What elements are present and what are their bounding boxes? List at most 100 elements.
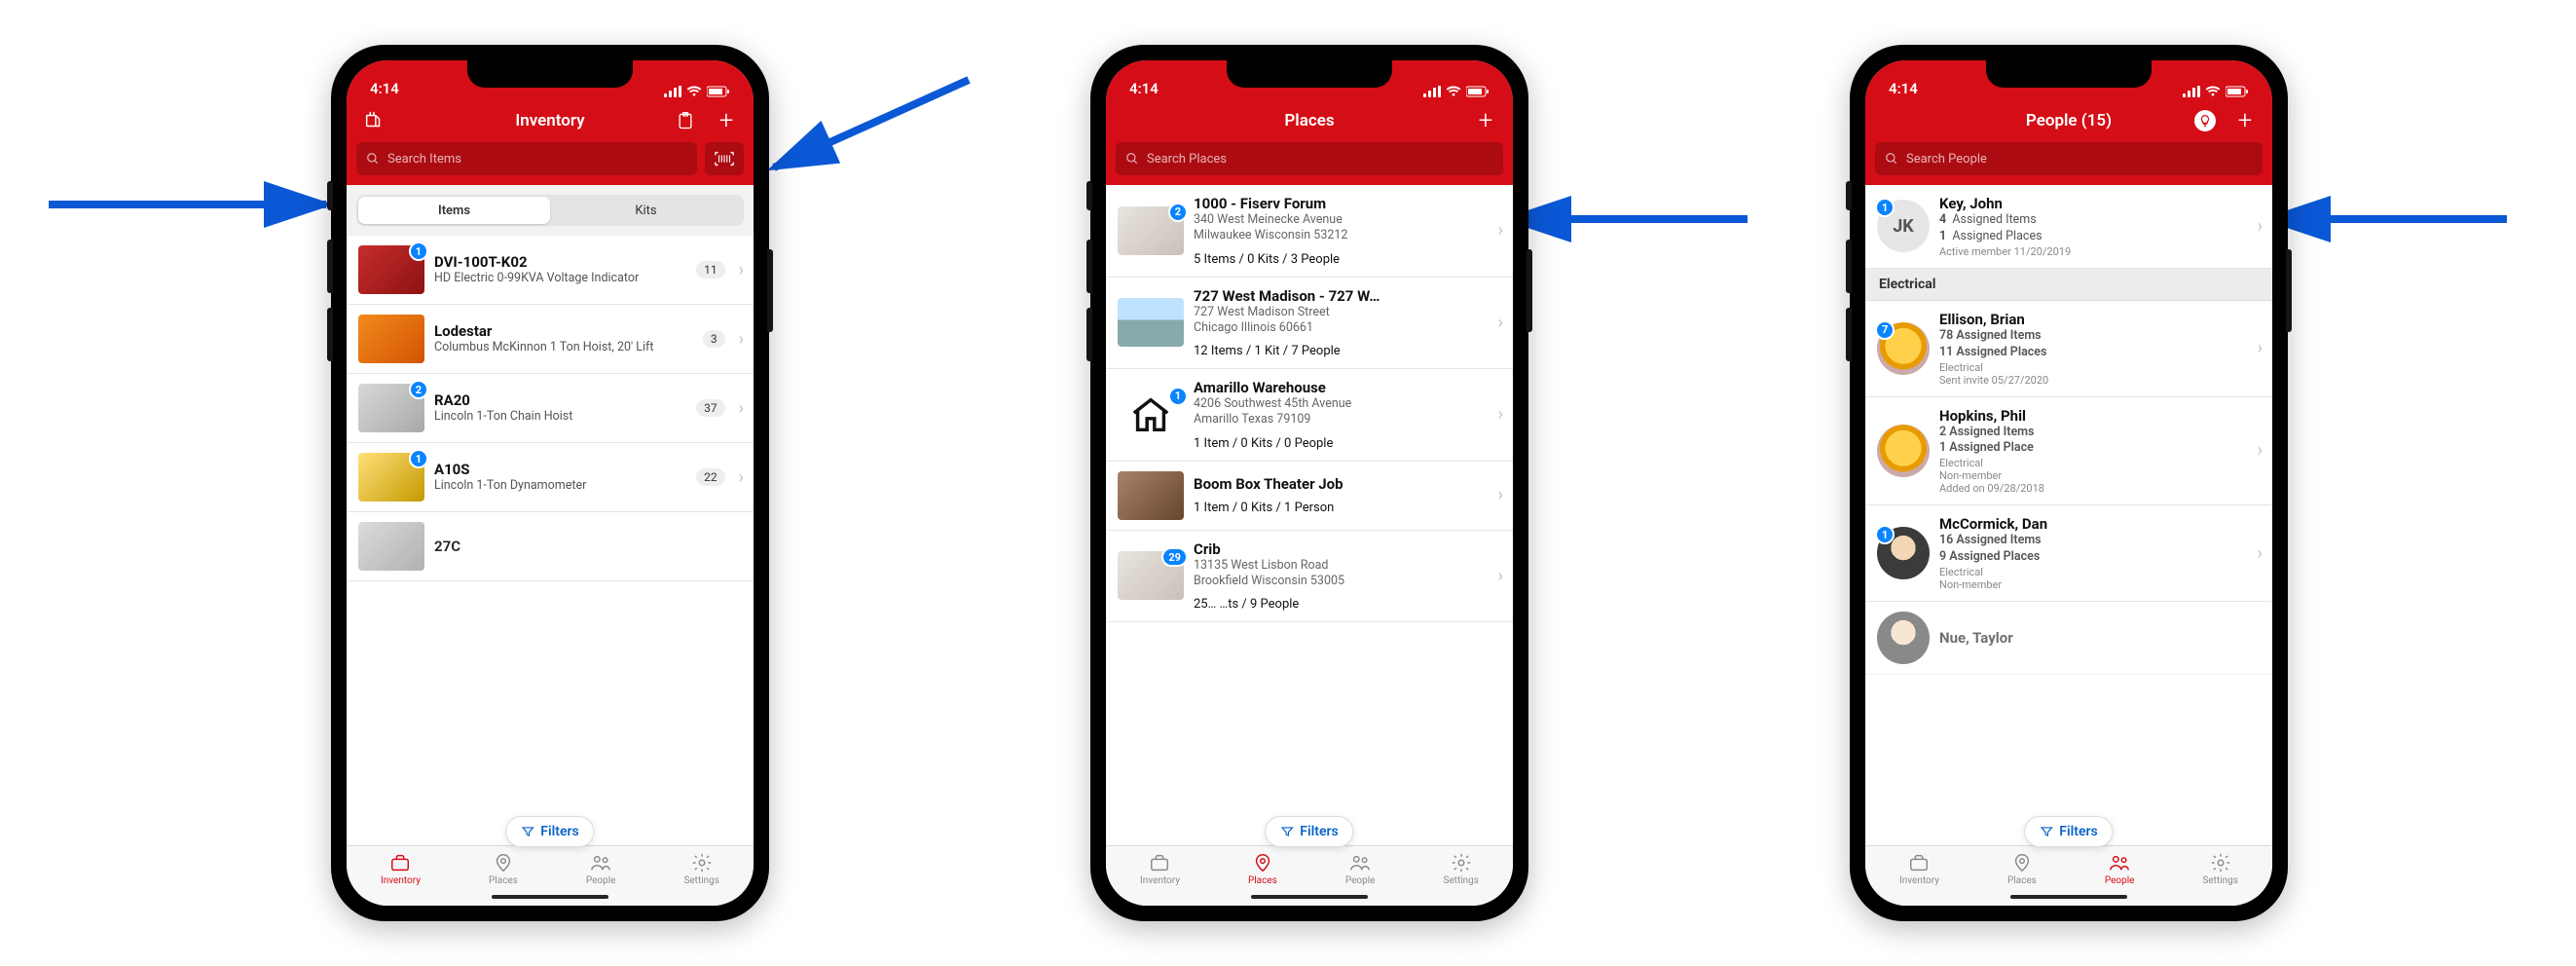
search-icon xyxy=(1885,152,1898,166)
tab-people[interactable]: People xyxy=(1345,852,1376,886)
home-indicator xyxy=(1251,895,1368,899)
person-badge: 1 xyxy=(1875,198,1895,217)
person-name: Nue, Taylor xyxy=(1939,629,2263,647)
filters-label: Filters xyxy=(540,824,578,839)
list-item[interactable]: 7 Ellison, Brian 78 Assigned Items 11 As… xyxy=(1865,301,2272,397)
tab-settings[interactable]: Settings xyxy=(683,852,719,886)
search-input[interactable]: Search Places xyxy=(1116,142,1503,175)
list-item[interactable]: 1 JK Key, John 4 Assigned Items 1 Assign… xyxy=(1865,185,2272,269)
list-item[interactable]: 1 DVI-100T-K02 HD Electric 0-99KVA Volta… xyxy=(347,236,754,305)
avatar xyxy=(1877,612,1930,664)
place-addr1: 4206 Southwest 45th Avenue xyxy=(1194,396,1485,412)
tab-places[interactable]: Places xyxy=(489,852,518,886)
place-title: 727 West Madison - 727 W… xyxy=(1194,287,1485,305)
chevron-right-icon: › xyxy=(2254,216,2263,237)
person-name: Key, John xyxy=(1939,195,2244,212)
section-header: Electrical xyxy=(1865,269,2272,301)
chevron-right-icon: › xyxy=(735,398,744,419)
avatar-initials: JK xyxy=(1893,216,1914,237)
clipboard-icon[interactable] xyxy=(674,109,697,132)
list-item[interactable]: 1 McCormick, Dan 16 Assigned Items 9 Ass… xyxy=(1865,505,2272,602)
places-list[interactable]: 2 1000 - Fiserv Forum 340 West Meinecke … xyxy=(1106,185,1513,845)
person-name: McCormick, Dan xyxy=(1939,515,2244,533)
wifi-icon xyxy=(686,86,702,97)
place-badge: 2 xyxy=(1168,203,1188,222)
plus-icon[interactable]: + xyxy=(2233,109,2257,132)
page-title: Places xyxy=(1284,111,1334,130)
tab-people[interactable]: People xyxy=(2105,852,2135,886)
chevron-right-icon: › xyxy=(1494,220,1503,241)
item-count: 37 xyxy=(696,399,725,417)
notch xyxy=(1227,60,1392,88)
place-thumb xyxy=(1118,298,1184,347)
person-status: Active member 11/20/2019 xyxy=(1939,245,2244,258)
list-item[interactable]: 29 Crib 13135 West Lisbon Road Brookfiel… xyxy=(1106,531,1513,623)
chevron-right-icon: › xyxy=(1494,404,1503,425)
search-bar: Search Items xyxy=(347,142,754,185)
tab-settings[interactable]: Settings xyxy=(2202,852,2238,886)
search-input[interactable]: Search Items xyxy=(356,142,697,175)
place-badge: 1 xyxy=(1168,387,1188,406)
search-input[interactable]: Search People xyxy=(1875,142,2263,175)
plus-icon[interactable]: + xyxy=(715,109,738,132)
navbar: Places + xyxy=(1106,99,1513,142)
item-count: 22 xyxy=(696,468,725,486)
list-item[interactable]: Nue, Taylor xyxy=(1865,602,2272,675)
item-badge: 1 xyxy=(409,449,428,468)
list-item[interactable]: 2 RA20 Lincoln 1-Ton Chain Hoist 37 › xyxy=(347,374,754,443)
item-title: Lodestar xyxy=(434,322,693,340)
item-sub: HD Electric 0-99KVA Voltage Indicator xyxy=(434,271,686,287)
transfer-icon[interactable] xyxy=(362,109,386,132)
place-meta: 1 Item / 0 Kits / 1 Person xyxy=(1194,501,1485,515)
list-item[interactable]: 1 Amarillo Warehouse 4206 Southwest 45th… xyxy=(1106,369,1513,462)
tab-settings[interactable]: Settings xyxy=(1443,852,1479,886)
tab-places[interactable]: Places xyxy=(2007,852,2037,886)
list-item[interactable]: Lodestar Columbus McKinnon 1 Ton Hoist, … xyxy=(347,305,754,374)
place-meta: 12 Items / 1 Kit / 7 People xyxy=(1194,344,1485,358)
item-badge: 2 xyxy=(409,380,428,399)
search-bar: Search Places xyxy=(1106,142,1513,185)
chevron-right-icon: › xyxy=(1494,313,1503,333)
item-sub: Columbus McKinnon 1 Ton Hoist, 20' Lift xyxy=(434,340,693,356)
list-item[interactable]: 1 A10S Lincoln 1-Ton Dynamometer 22 › xyxy=(347,443,754,512)
filters-button[interactable]: Filters xyxy=(2024,816,2113,847)
place-addr2: Milwaukee Wisconsin 53212 xyxy=(1194,228,1485,243)
filters-button[interactable]: Filters xyxy=(505,816,594,847)
tab-inventory[interactable]: Inventory xyxy=(1899,852,1939,886)
search-icon xyxy=(1125,152,1139,166)
people-list[interactable]: 1 JK Key, John 4 Assigned Items 1 Assign… xyxy=(1865,185,2272,845)
plus-icon[interactable]: + xyxy=(1474,109,1497,132)
list-item[interactable]: 727 West Madison - 727 W… 727 West Madis… xyxy=(1106,278,1513,370)
status-time: 4:14 xyxy=(1889,80,1918,97)
segment-kits[interactable]: Kits xyxy=(550,197,742,224)
tab-inventory[interactable]: Inventory xyxy=(381,852,421,886)
filters-label: Filters xyxy=(2059,824,2097,839)
person-name: Hopkins, Phil xyxy=(1939,407,2244,425)
list-item[interactable]: Hopkins, Phil 2 Assigned Items 1 Assigne… xyxy=(1865,397,2272,506)
item-thumb xyxy=(358,522,424,571)
list-item[interactable]: 2 1000 - Fiserv Forum 340 West Meinecke … xyxy=(1106,185,1513,278)
item-title: A10S xyxy=(434,461,686,478)
tab-people[interactable]: People xyxy=(586,852,616,886)
status-time: 4:14 xyxy=(370,80,399,97)
segment-items[interactable]: Items xyxy=(358,197,550,224)
item-count: 11 xyxy=(696,261,725,279)
filters-button[interactable]: Filters xyxy=(1265,816,1353,847)
navbar: Inventory + xyxy=(347,99,754,142)
place-addr1: 340 West Meinecke Avenue xyxy=(1194,212,1485,228)
item-thumb: 2 xyxy=(358,384,424,432)
bulb-icon[interactable] xyxy=(2194,110,2216,131)
inventory-list[interactable]: 1 DVI-100T-K02 HD Electric 0-99KVA Volta… xyxy=(347,236,754,845)
person-badge: 7 xyxy=(1875,320,1895,340)
place-addr1: 727 West Madison Street xyxy=(1194,305,1485,320)
item-badge: 1 xyxy=(409,242,428,261)
search-icon xyxy=(366,152,380,166)
tab-inventory[interactable]: Inventory xyxy=(1140,852,1180,886)
avatar: 1 xyxy=(1877,527,1930,579)
list-item[interactable]: Boom Box Theater Job 1 Item / 0 Kits / 1… xyxy=(1106,462,1513,531)
filters-label: Filters xyxy=(1300,824,1338,839)
tab-places[interactable]: Places xyxy=(1248,852,1277,886)
list-item[interactable]: 27C xyxy=(347,512,754,581)
battery-icon xyxy=(2226,86,2249,97)
barcode-scan-button[interactable] xyxy=(705,142,744,175)
